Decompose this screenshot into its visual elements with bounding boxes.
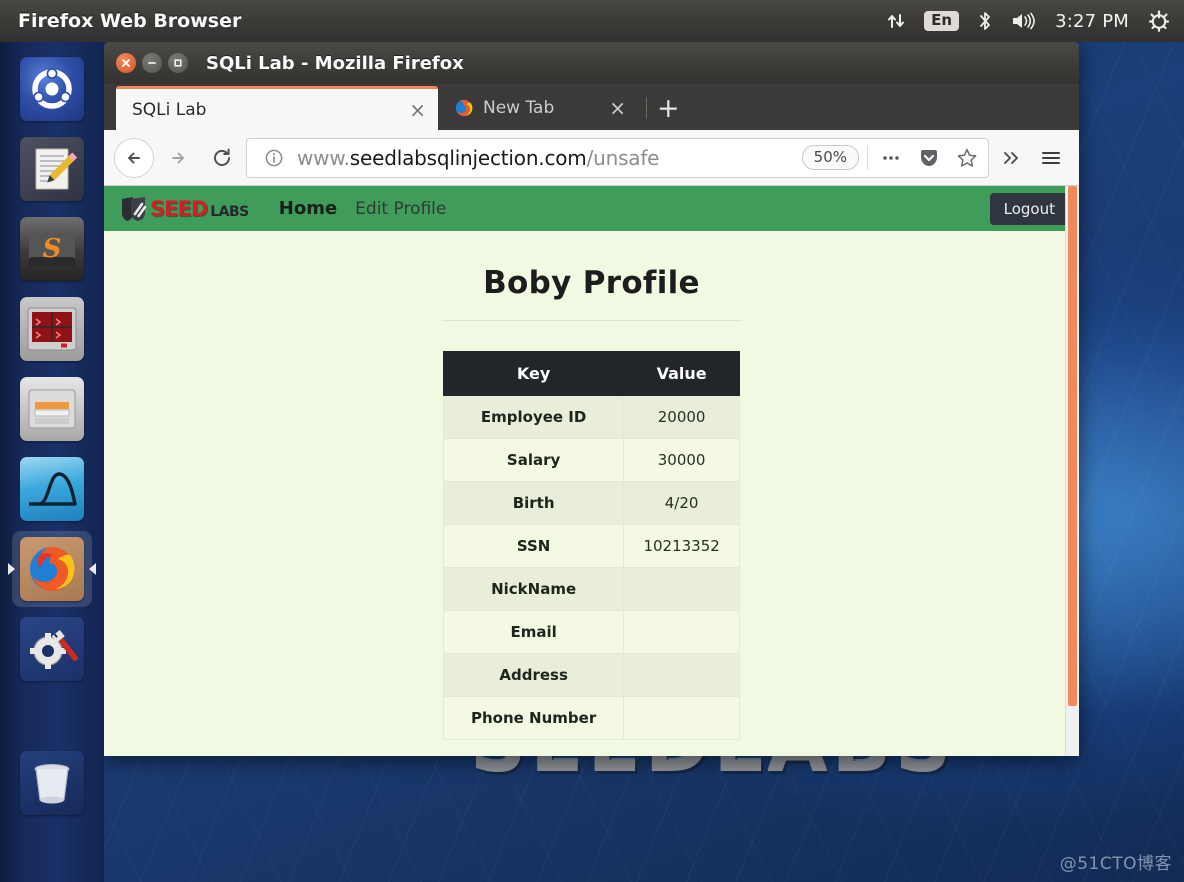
info-circle-icon[interactable]: [259, 148, 289, 168]
row-key: Salary: [442, 438, 625, 482]
table-row: Address: [442, 653, 740, 697]
row-value: 10213352: [623, 524, 740, 568]
url-path: /unsafe: [586, 145, 660, 170]
row-key: Phone Number: [442, 696, 625, 740]
overflow-chevrons-icon[interactable]: [993, 138, 1029, 178]
table-row: NickName: [442, 567, 740, 611]
back-icon[interactable]: [114, 137, 154, 178]
table-header-row: Key Value: [442, 351, 740, 396]
firefox-window: SQLi Lab - Mozilla Firefox SQLi Lab × Ne…: [104, 42, 1079, 756]
forward-icon[interactable]: [158, 138, 198, 178]
svg-text:S: S: [43, 234, 62, 264]
window-close-button[interactable]: [116, 53, 136, 73]
page-scrollbar[interactable]: [1065, 186, 1079, 756]
tab-bar: SQLi Lab × New Tab × +: [104, 84, 1079, 130]
navigation-toolbar: www.seedlabsqlinjection.com/unsafe 50%: [104, 130, 1079, 186]
row-key: NickName: [442, 567, 625, 611]
tabbar-divider: [646, 97, 647, 119]
launcher-item-firefox[interactable]: [8, 531, 96, 607]
row-value: 4/20: [623, 481, 740, 525]
firefox-favicon-icon: [455, 99, 473, 117]
tab-close-icon[interactable]: ×: [609, 98, 626, 118]
page-actions-ellipsis-icon[interactable]: [876, 148, 906, 168]
hamburger-menu-icon[interactable]: [1033, 138, 1069, 178]
row-key: Birth: [442, 481, 625, 525]
image-watermark: @51CTO博客: [1059, 854, 1172, 874]
unity-launcher: S: [0, 42, 104, 882]
network-arrows-icon[interactable]: [883, 0, 909, 42]
row-key: Employee ID: [442, 395, 625, 439]
keyboard-layout-icon[interactable]: En: [921, 0, 962, 42]
tab-sqli-lab[interactable]: SQLi Lab ×: [116, 86, 438, 130]
system-menu-gear-icon[interactable]: [1144, 0, 1174, 42]
site-navbar: SEED LABS Home Edit Profile Logout: [104, 186, 1079, 231]
launcher-item-files[interactable]: [12, 371, 92, 447]
seed-shield-icon: [122, 196, 147, 221]
unity-top-panel: Firefox Web Browser En 3:27 PM: [0, 0, 1184, 42]
launcher-item-text-editor[interactable]: [12, 131, 92, 207]
profile-table: Key Value Employee ID 20000 Salary 30000 B…: [442, 351, 740, 740]
window-maximize-button[interactable]: [168, 53, 188, 73]
row-value: [623, 696, 740, 740]
reload-icon[interactable]: [202, 138, 242, 178]
url-host: seedlabsqlinjection.com: [349, 145, 587, 170]
page-viewport: SEED LABS Home Edit Profile Logout Boby …: [104, 186, 1079, 756]
url-bar[interactable]: www.seedlabsqlinjection.com/unsafe 50%: [246, 137, 989, 178]
table-row: SSN 10213352: [442, 524, 740, 568]
launcher-item-sublime-text[interactable]: S: [12, 211, 92, 287]
launcher-item-terminal[interactable]: [12, 291, 92, 367]
tab-label: New Tab: [483, 98, 555, 118]
url-scheme: www.: [297, 145, 350, 170]
zoom-level-badge[interactable]: 50%: [801, 145, 859, 170]
table-header-key: Key: [442, 351, 625, 396]
row-value: [623, 567, 740, 611]
site-nav-link-edit-profile[interactable]: Edit Profile: [355, 199, 446, 219]
row-value: [623, 610, 740, 654]
row-key: Email: [442, 610, 625, 654]
pocket-icon[interactable]: [914, 147, 944, 169]
new-tab-button[interactable]: +: [657, 95, 680, 130]
volume-icon[interactable]: [1008, 0, 1040, 42]
launcher-item-wireshark[interactable]: [12, 451, 92, 527]
bluetooth-icon[interactable]: [974, 0, 996, 42]
site-nav-link-home[interactable]: Home: [279, 198, 337, 219]
seedlabs-brand[interactable]: SEED LABS: [120, 196, 249, 222]
launcher-running-indicator-left: [8, 563, 15, 575]
window-title: SQLi Lab - Mozilla Firefox: [206, 52, 464, 74]
launcher-item-trash[interactable]: [12, 745, 92, 821]
table-row: Birth 4/20: [442, 481, 740, 525]
bookmark-star-icon[interactable]: [952, 147, 982, 169]
row-key: Address: [442, 653, 625, 697]
row-value: 20000: [623, 395, 740, 439]
table-header-value: Value: [623, 351, 740, 396]
page-scrollbar-thumb[interactable]: [1068, 186, 1077, 706]
window-titlebar: SQLi Lab - Mozilla Firefox: [104, 42, 1079, 84]
app-menu-title[interactable]: Firefox Web Browser: [18, 10, 241, 32]
launcher-item-ubuntu-dash[interactable]: [12, 51, 92, 127]
row-value: [623, 653, 740, 697]
row-key: SSN: [442, 524, 625, 568]
table-row: Phone Number: [442, 696, 740, 740]
tab-new-tab[interactable]: New Tab ×: [438, 86, 638, 130]
window-minimize-button[interactable]: [142, 53, 162, 73]
heading-divider: [441, 320, 742, 321]
system-tray: En 3:27 PM: [883, 0, 1184, 42]
page-title: Boby Profile: [483, 265, 700, 301]
row-value: 30000: [623, 438, 740, 482]
clock[interactable]: 3:27 PM: [1052, 0, 1132, 42]
url-text[interactable]: www.seedlabsqlinjection.com/unsafe: [297, 146, 794, 170]
logout-button[interactable]: Logout: [989, 192, 1069, 225]
table-row: Employee ID 20000: [442, 395, 740, 439]
brand-seed-text: SEED: [150, 196, 208, 221]
urlbar-divider: [867, 145, 868, 170]
table-row: Email: [442, 610, 740, 654]
launcher-focused-indicator-right: [89, 563, 96, 575]
brand-labs-text: LABS: [210, 203, 249, 220]
tab-label: SQLi Lab: [132, 99, 207, 120]
keyboard-layout-label: En: [924, 11, 960, 31]
launcher-item-system-settings[interactable]: [12, 611, 92, 687]
tab-close-icon[interactable]: ×: [409, 100, 426, 120]
table-row: Salary 30000: [442, 438, 740, 482]
page-content: Boby Profile Key Value Employee ID 20000 …: [104, 231, 1079, 740]
